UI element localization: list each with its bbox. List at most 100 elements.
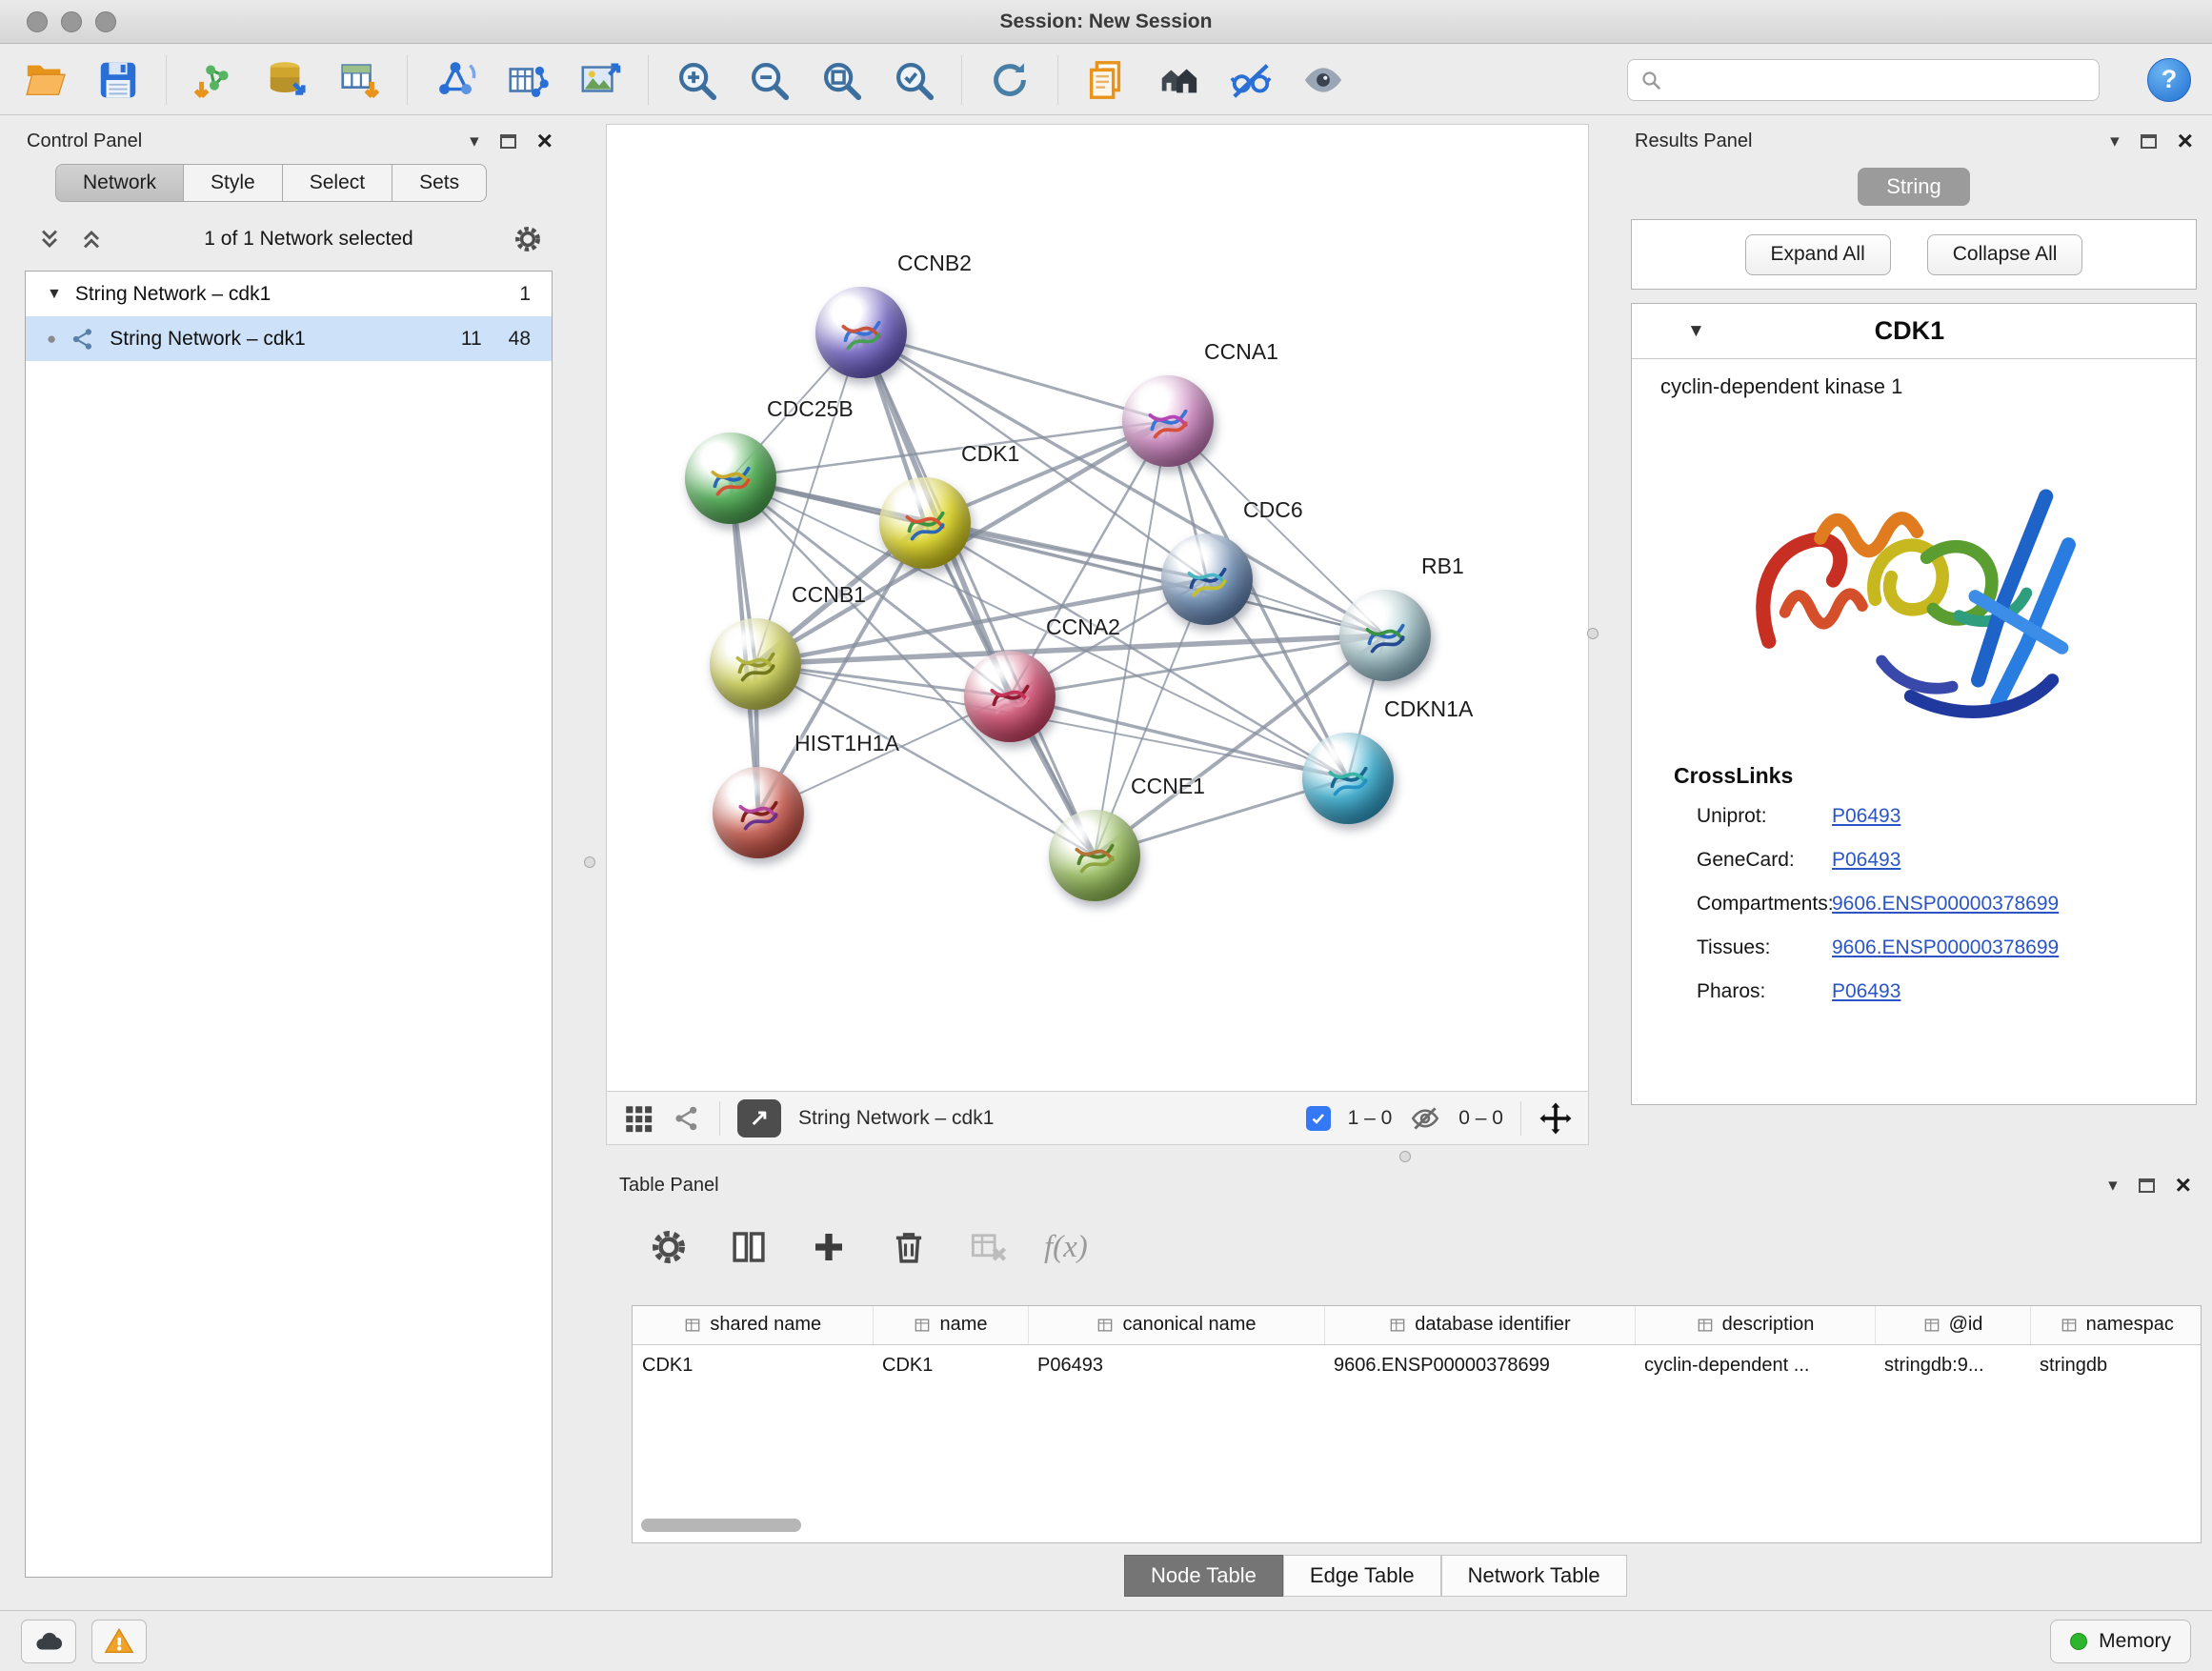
network-edge[interactable]	[861, 332, 1168, 421]
share-network-icon[interactable]	[672, 1103, 702, 1134]
column-header-canonical-name[interactable]: canonical name	[1028, 1306, 1324, 1344]
column-header-namespace[interactable]: namespac	[2030, 1306, 2202, 1344]
string-tab[interactable]: String	[1858, 168, 1970, 206]
new-network-button[interactable]	[431, 55, 480, 105]
network-node-cdkn1a[interactable]	[1302, 733, 1394, 824]
tab-node-table[interactable]: Node Table	[1124, 1555, 1283, 1597]
network-node-cdc6[interactable]	[1161, 534, 1253, 625]
minimize-window-button[interactable]	[61, 11, 82, 32]
collapse-all-button[interactable]: Collapse All	[1927, 234, 2083, 275]
function-builder-button[interactable]: f(x)	[1044, 1222, 1088, 1272]
open-in-new-window-button[interactable]: ↗	[737, 1099, 781, 1137]
crosslink-pharos[interactable]: P06493	[1832, 980, 1900, 1003]
float-panel-icon[interactable]	[2141, 134, 2157, 149]
network-tree-child-row[interactable]: ● String Network – cdk1 11 48	[26, 316, 552, 361]
tab-network[interactable]: Network	[55, 164, 184, 202]
hidden-eye-slash-icon[interactable]	[1409, 1102, 1441, 1135]
cloud-status-button[interactable]	[21, 1620, 76, 1663]
tab-sets[interactable]: Sets	[392, 164, 487, 202]
splitter-handle[interactable]	[584, 856, 595, 868]
zoom-selected-button[interactable]	[889, 55, 938, 105]
delete-table-button[interactable]	[964, 1222, 1014, 1272]
panel-menu-icon[interactable]: ▾	[2108, 1175, 2118, 1197]
import-network-database-button[interactable]	[262, 55, 312, 105]
new-network-from-table-button[interactable]	[503, 55, 553, 105]
table-settings-button[interactable]	[644, 1222, 694, 1272]
save-session-button[interactable]	[93, 55, 143, 105]
network-node-ccnb1[interactable]	[710, 618, 801, 710]
network-node-ccna2[interactable]	[964, 651, 1056, 742]
column-header-database-identifier[interactable]: database identifier	[1324, 1306, 1635, 1344]
network-node-ccna1[interactable]	[1122, 375, 1214, 467]
column-header-id[interactable]: @id	[1875, 1306, 2030, 1344]
search-input[interactable]	[1672, 69, 2087, 91]
add-column-button[interactable]	[804, 1222, 854, 1272]
cell-namespace[interactable]: stringdb	[2030, 1344, 2202, 1386]
show-columns-button[interactable]	[724, 1222, 774, 1272]
fit-content-crosshair-icon[interactable]	[1538, 1101, 1573, 1136]
cell-name[interactable]: CDK1	[873, 1344, 1028, 1386]
delete-column-button[interactable]	[884, 1222, 934, 1272]
network-node-rb1[interactable]	[1339, 590, 1431, 681]
table-row[interactable]: CDK1 CDK1 P06493 9606.ENSP00000378699 cy…	[633, 1344, 2202, 1386]
network-edge[interactable]	[861, 332, 1095, 856]
import-network-file-button[interactable]	[190, 55, 239, 105]
network-node-ccnb2[interactable]	[815, 287, 907, 378]
network-node-cdc25b[interactable]	[685, 433, 776, 524]
crosslink-uniprot[interactable]: P06493	[1832, 805, 1900, 828]
float-panel-icon[interactable]	[500, 134, 516, 149]
splitter-handle[interactable]	[1587, 628, 1599, 639]
zoom-fit-button[interactable]	[816, 55, 866, 105]
cell-shared-name[interactable]: CDK1	[633, 1344, 873, 1386]
close-window-button[interactable]	[27, 11, 48, 32]
float-panel-icon[interactable]	[2139, 1178, 2155, 1193]
show-graphics-details-button[interactable]	[1298, 55, 1348, 105]
horizontal-scrollbar[interactable]	[641, 1519, 801, 1532]
network-canvas[interactable]: CCNB2CCNA1CDC25BCDK1CDC6RB1CCNB1CCNA2CDK…	[607, 125, 1588, 1091]
cell-id[interactable]: stringdb:9...	[1875, 1344, 2030, 1386]
cell-description[interactable]: cyclin-dependent ...	[1635, 1344, 1875, 1386]
export-image-button[interactable]	[575, 55, 625, 105]
network-node-hist1h1a[interactable]	[713, 767, 804, 858]
panel-menu-icon[interactable]: ▾	[470, 131, 479, 152]
cell-canonical-name[interactable]: P06493	[1028, 1344, 1324, 1386]
zoom-in-button[interactable]	[672, 55, 721, 105]
tree-collapse-icon[interactable]: ▼	[47, 286, 62, 303]
close-panel-icon[interactable]: ×	[2176, 1172, 2191, 1198]
column-header-shared-name[interactable]: shared name	[633, 1306, 873, 1344]
open-session-button[interactable]	[21, 55, 70, 105]
hide-graphics-details-button[interactable]	[1226, 55, 1276, 105]
apply-layout-button[interactable]	[985, 55, 1035, 105]
tab-select[interactable]: Select	[283, 164, 392, 202]
first-neighbors-button[interactable]	[1154, 55, 1203, 105]
column-header-name[interactable]: name	[873, 1306, 1028, 1344]
annotations-button[interactable]	[1081, 55, 1131, 105]
tab-network-table[interactable]: Network Table	[1441, 1555, 1627, 1597]
warnings-button[interactable]	[91, 1620, 147, 1663]
close-panel-icon[interactable]: ×	[537, 128, 553, 154]
tab-edge-table[interactable]: Edge Table	[1283, 1555, 1441, 1597]
help-button[interactable]: ?	[2147, 58, 2191, 102]
birds-eye-grid-icon[interactable]	[622, 1102, 654, 1135]
expand-all-icon[interactable]	[36, 226, 63, 252]
tab-style[interactable]: Style	[184, 164, 283, 202]
splitter-handle[interactable]	[1399, 1151, 1411, 1162]
close-panel-icon[interactable]: ×	[2178, 128, 2193, 154]
expand-all-button[interactable]: Expand All	[1745, 234, 1891, 275]
cell-database-identifier[interactable]: 9606.ENSP00000378699	[1324, 1344, 1635, 1386]
crosslink-compartments[interactable]: 9606.ENSP00000378699	[1832, 893, 2059, 916]
selected-nodes-checkbox[interactable]	[1306, 1106, 1331, 1131]
gear-icon[interactable]	[513, 224, 543, 254]
import-table-file-button[interactable]	[334, 55, 384, 105]
network-node-ccne1[interactable]	[1049, 810, 1140, 901]
column-header-description[interactable]: description	[1635, 1306, 1875, 1344]
collapse-all-icon[interactable]	[78, 226, 105, 252]
crosslink-genecard[interactable]: P06493	[1832, 849, 1900, 872]
panel-menu-icon[interactable]: ▾	[2110, 131, 2120, 152]
crosslink-tissues[interactable]: 9606.ENSP00000378699	[1832, 936, 2059, 959]
memory-button[interactable]: Memory	[2050, 1620, 2191, 1663]
collapse-card-icon[interactable]: ▼	[1687, 321, 1705, 342]
search-box[interactable]	[1627, 59, 2100, 101]
network-tree-root-row[interactable]: ▼ String Network – cdk1 1	[26, 272, 552, 316]
network-node-cdk1[interactable]	[879, 477, 971, 569]
